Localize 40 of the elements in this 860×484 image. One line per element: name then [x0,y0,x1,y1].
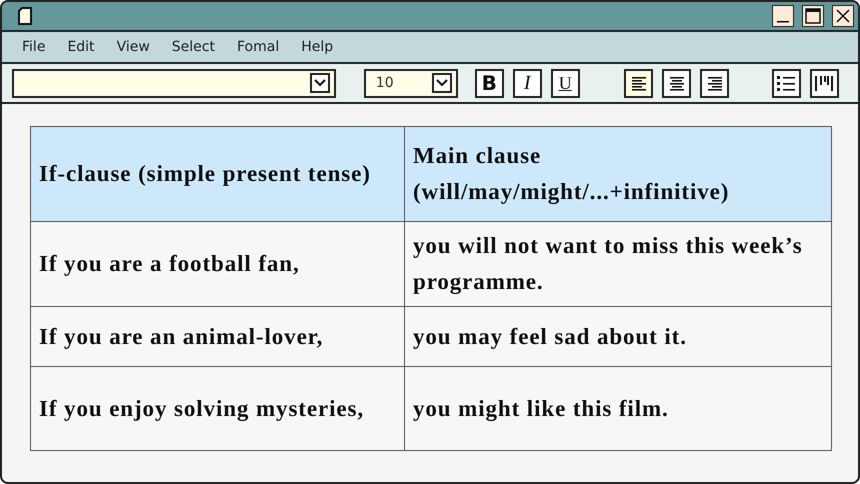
table-cell: If you are a football fan, [30,222,404,306]
bulleted-list-icon [776,74,796,92]
table-cell: you may feel sad about it. [404,306,832,366]
align-left-icon [630,74,648,92]
table-cell: you might like this film. [404,366,832,450]
dropdown-button[interactable] [310,73,330,93]
font-field[interactable] [12,68,336,98]
dropdown-button[interactable] [432,73,452,93]
bold-button[interactable]: B [474,68,504,98]
align-center-icon [668,74,686,92]
caret-icon [436,79,448,87]
italic-button[interactable]: I [512,68,542,98]
table-cell: you will not want to miss this week’s programme. [404,222,832,306]
close-button[interactable] [832,5,854,27]
column-header: Main clause (will/may/might/...+infinitive) [404,126,832,222]
menu-item[interactable]: Edit [67,39,95,55]
minimize-button[interactable] [772,5,794,27]
columns-button[interactable] [810,68,839,98]
underline-button[interactable]: U [550,68,580,98]
menu-item[interactable]: Help [301,39,334,55]
menu-item[interactable]: View [116,39,150,55]
table-cell: If you enjoy solving mysteries, [30,366,404,450]
font-size-field[interactable]: 10 [364,68,458,98]
menu-item[interactable]: Fomal [237,39,280,55]
menu-item[interactable]: Select [172,39,215,55]
vertical-bars-icon [814,74,834,92]
minimize-icon [777,21,789,23]
align-left-button[interactable] [624,68,654,98]
maximize-icon [805,8,821,24]
align-center-button[interactable] [662,68,692,98]
align-right-icon [706,74,724,92]
align-right-button[interactable] [700,68,730,98]
close-icon [835,8,851,24]
column-header: If-clause (simple present tense) [30,126,404,222]
bulleted-list-button[interactable] [772,68,801,98]
document-icon [18,7,32,25]
caret-icon [314,79,326,87]
maximize-button[interactable] [802,5,824,27]
table-cell: If you are an animal-lover, [30,306,404,366]
menu-item[interactable]: File [22,39,46,55]
